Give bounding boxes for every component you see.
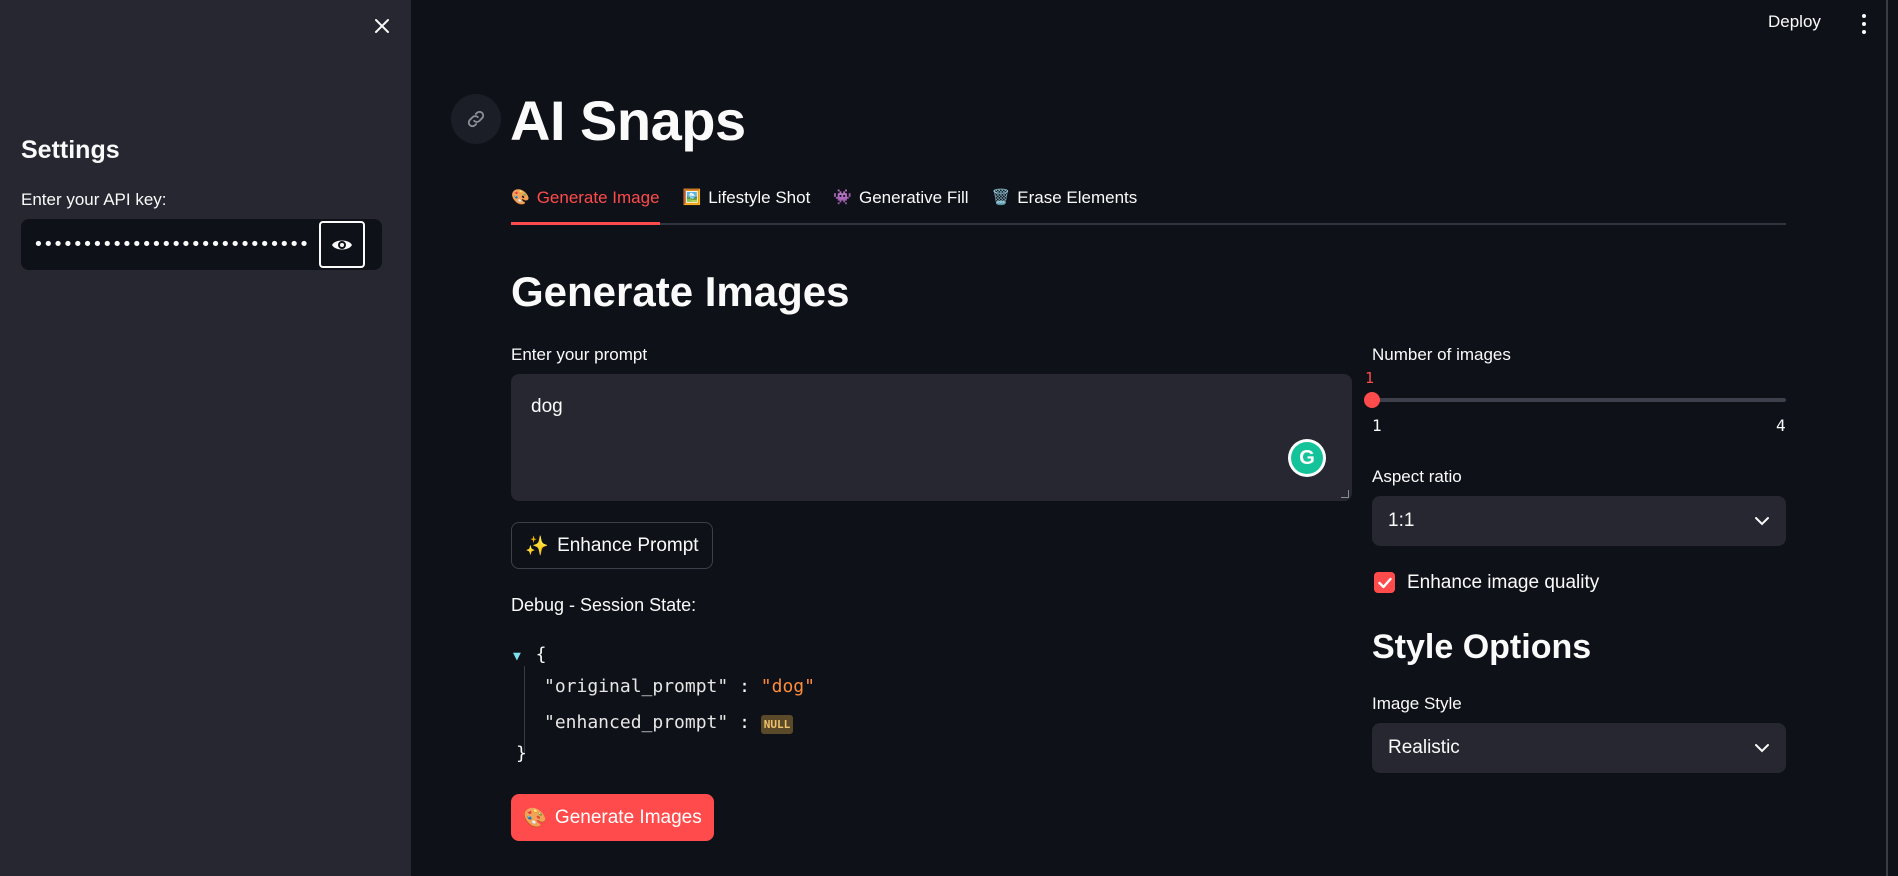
kebab-dot-icon — [1862, 14, 1866, 18]
enhance-prompt-button[interactable]: ✨ Enhance Prompt — [511, 522, 713, 569]
alien-monster-icon: 👾 — [833, 189, 852, 206]
api-key-input[interactable] — [21, 234, 311, 255]
api-key-label: Enter your API key: — [21, 190, 167, 209]
enhance-quality-label: Enhance image quality — [1407, 572, 1600, 593]
link-icon — [467, 110, 485, 128]
collapse-caret-icon[interactable]: ▼ — [513, 649, 521, 664]
chevron-down-icon — [1755, 744, 1769, 753]
slider-thumb[interactable] — [1364, 392, 1380, 408]
deploy-button[interactable]: Deploy — [1768, 12, 1821, 32]
enhance-quality-checkbox[interactable] — [1374, 572, 1395, 593]
picture-icon: 🖼️ — [682, 189, 702, 206]
slider-max-label: 4 — [1776, 416, 1786, 435]
num-images-label: Number of images — [1372, 345, 1511, 364]
wastebasket-icon: 🗑️ — [991, 189, 1011, 206]
eye-icon — [332, 240, 352, 249]
main-menu-button[interactable] — [1854, 12, 1874, 36]
tab-label: Generate Image — [536, 188, 660, 207]
slider-value: 1 — [1365, 369, 1375, 387]
json-close-brace: } — [516, 743, 527, 764]
scrollbar[interactable] — [1886, 0, 1888, 876]
grammarly-icon: G — [1291, 442, 1323, 474]
tab-lifestyle-shot[interactable]: 🖼️ Lifestyle Shot — [683, 180, 811, 225]
slider-min-label: 1 — [1372, 416, 1382, 435]
image-style-label: Image Style — [1372, 694, 1462, 713]
toggle-visibility-button[interactable] — [319, 221, 365, 268]
close-sidebar-button[interactable] — [368, 12, 396, 40]
resize-handle-icon[interactable] — [1341, 490, 1349, 498]
palette-icon: 🎨 — [511, 189, 530, 206]
anchor-link-button[interactable] — [451, 94, 501, 144]
tab-label: Generative Fill — [858, 188, 969, 207]
api-key-field-container — [21, 219, 382, 270]
prompt-input[interactable] — [511, 374, 1352, 501]
generate-images-button[interactable]: 🎨 Generate Images — [511, 794, 714, 841]
json-key: "original_prompt" — [544, 676, 729, 697]
sparkles-icon: ✨ — [525, 535, 550, 557]
json-value: "dog" — [760, 676, 815, 697]
tab-generate-image[interactable]: 🎨 Generate Image — [511, 180, 660, 225]
tab-bar: 🎨 Generate Image 🖼️ Lifestyle Shot 👾 Gen… — [511, 180, 1786, 225]
close-icon — [375, 19, 389, 33]
num-images-slider[interactable] — [1372, 398, 1786, 402]
json-colon: : — [739, 676, 761, 697]
json-colon: : — [739, 712, 761, 733]
tab-generative-fill[interactable]: 👾 Generative Fill — [833, 180, 968, 225]
palette-icon: 🎨 — [523, 807, 547, 829]
grammarly-button[interactable]: G — [1288, 439, 1326, 477]
enhance-prompt-label: Enhance Prompt — [557, 534, 699, 556]
aspect-ratio-value: 1:1 — [1388, 510, 1415, 531]
sidebar: Settings Enter your API key: — [0, 0, 411, 876]
checkmark-icon — [1377, 577, 1392, 588]
aspect-ratio-select[interactable]: 1:1 — [1372, 496, 1786, 546]
page-title: AI Snaps — [510, 89, 746, 152]
kebab-dot-icon — [1862, 22, 1866, 26]
kebab-dot-icon — [1862, 30, 1866, 34]
tab-label: Erase Elements — [1017, 188, 1138, 207]
json-indent-guide — [524, 666, 525, 754]
prompt-label: Enter your prompt — [511, 345, 648, 364]
tab-label: Lifestyle Shot — [708, 188, 811, 207]
section-title: Generate Images — [511, 268, 850, 315]
aspect-ratio-label: Aspect ratio — [1372, 467, 1462, 486]
image-style-value: Realistic — [1388, 737, 1460, 758]
json-key: "enhanced_prompt" — [544, 712, 729, 733]
sidebar-title: Settings — [21, 136, 120, 164]
json-null-badge: NULL — [760, 715, 794, 734]
image-style-select[interactable]: Realistic — [1372, 723, 1786, 773]
debug-label: Debug - Session State: — [511, 595, 697, 615]
prompt-field-container — [511, 374, 1352, 501]
json-open-brace: { — [535, 644, 547, 665]
chevron-down-icon — [1755, 517, 1769, 526]
tab-erase-elements[interactable]: 🗑️ Erase Elements — [992, 180, 1138, 225]
style-options-title: Style Options — [1372, 628, 1592, 666]
generate-images-label: Generate Images — [554, 806, 702, 828]
